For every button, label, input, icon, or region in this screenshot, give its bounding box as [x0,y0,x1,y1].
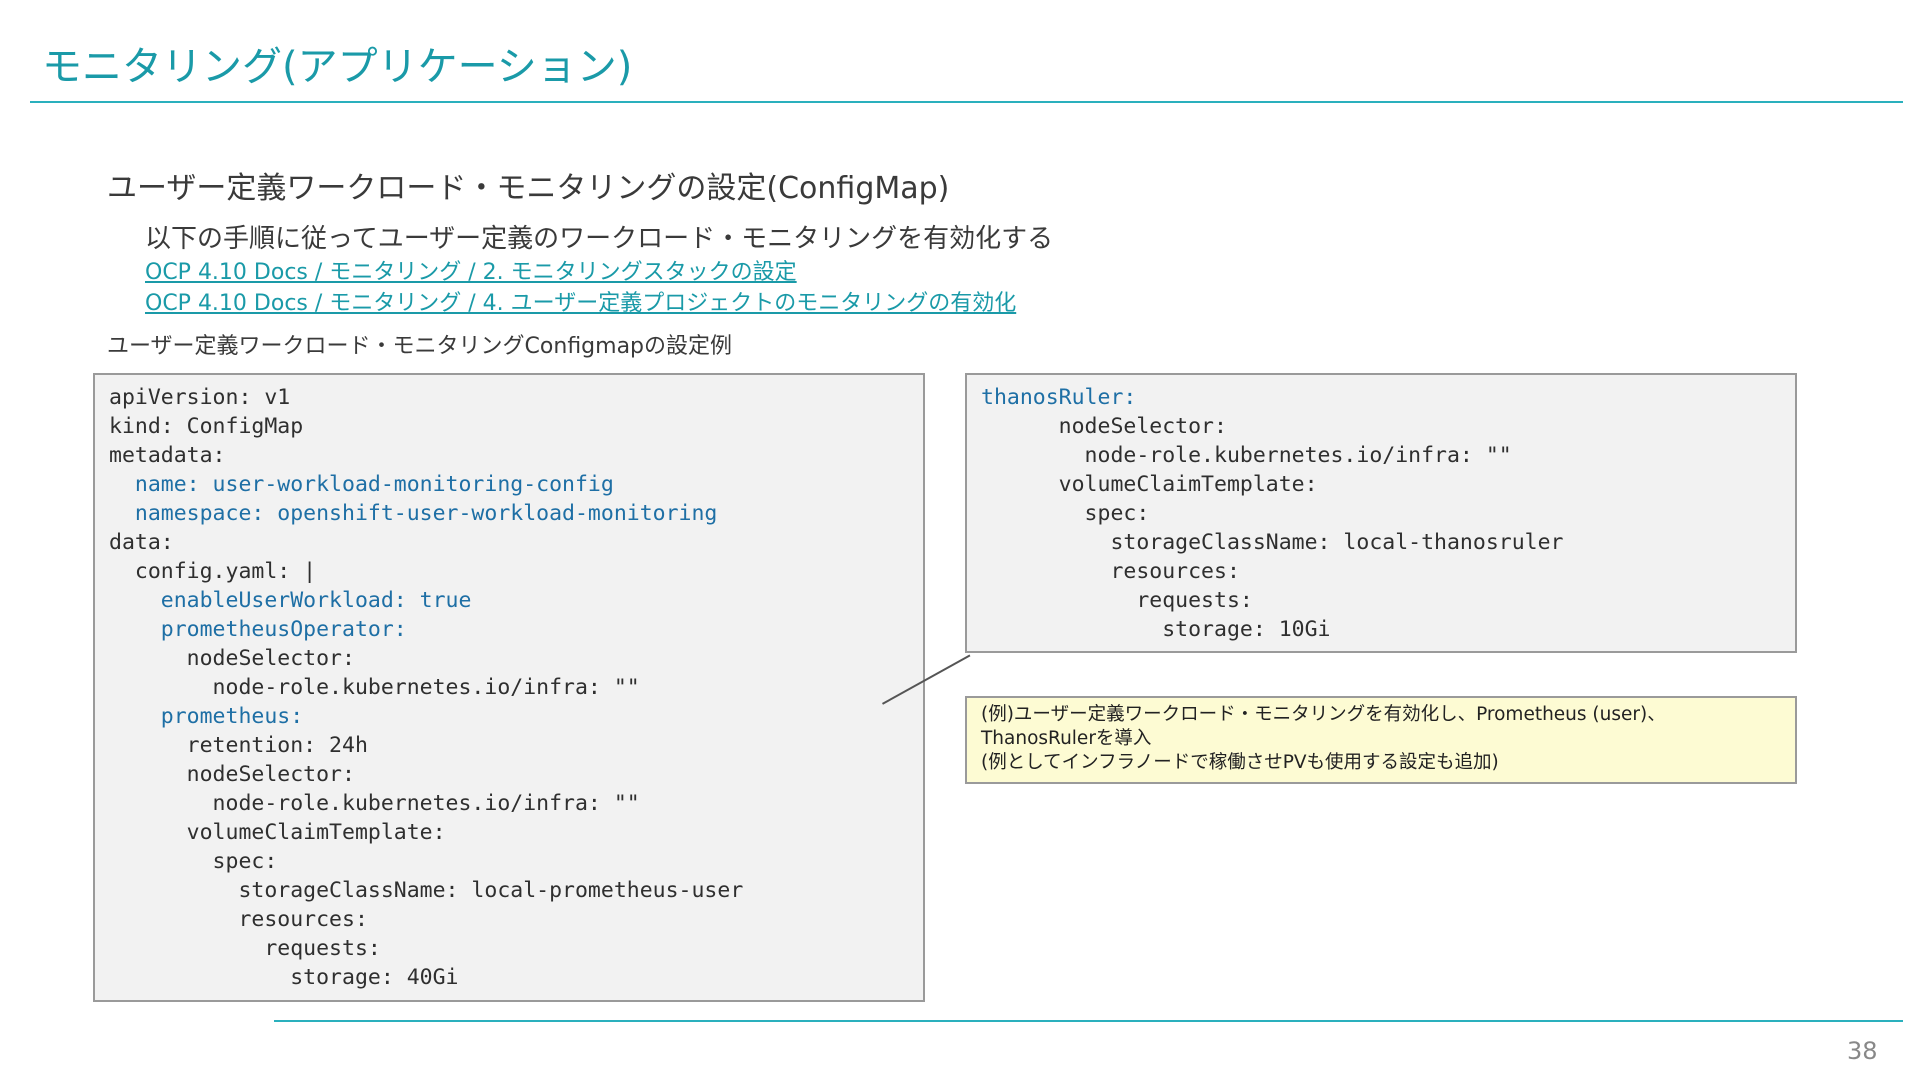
docs-link-enable-user-monitoring[interactable]: OCP 4.10 Docs / モニタリング / 4. ユーザー定義プロジェクト… [145,285,1016,317]
code-line: kind: ConfigMap [109,414,304,439]
code-line: storageClassName: local-thanosruler [981,530,1564,555]
code-line: nodeSelector: [109,762,355,787]
code-line: enableUserWorkload: true [109,588,472,613]
callout-note: (例)ユーザー定義ワークロード・モニタリングを有効化し、Prometheus (… [965,696,1797,784]
code-line: resources: [109,907,368,932]
code-line: retention: 24h [109,733,368,758]
code-line: nodeSelector: [981,414,1227,439]
code-line: thanosRuler: [981,385,1137,410]
docs-link-configure-stack[interactable]: OCP 4.10 Docs / モニタリング / 2. モニタリングスタックの設… [145,254,797,286]
code-line: prometheusOperator: [109,617,407,642]
code-line: spec: [109,849,278,874]
page-number: 38 [1847,1037,1878,1065]
code-line: requests: [981,588,1253,613]
code-line: nodeSelector: [109,646,355,671]
code-line: node-role.kubernetes.io/infra: "" [109,675,640,700]
code-line: node-role.kubernetes.io/infra: "" [109,791,640,816]
code-line: metadata: [109,443,226,468]
title-divider [30,101,1903,103]
code-line: spec: [981,501,1150,526]
code-line: config.yaml: | [109,559,317,584]
note-line: ThanosRulerを導入 [981,728,1152,749]
note-line: (例としてインフラノードで稼働させPVも使用する設定も追加) [981,752,1499,773]
code-line: storageClassName: local-prometheus-user [109,878,744,903]
code-line: namespace: openshift-user-workload-monit… [109,501,718,526]
code-line: volumeClaimTemplate: [981,472,1318,497]
code-line: data: [109,530,174,555]
code-line: volumeClaimTemplate: [109,820,446,845]
slide-title: モニタリング(アプリケーション) [42,44,633,90]
note-line: (例)ユーザー定義ワークロード・モニタリングを有効化し、Prometheus (… [981,704,1666,725]
footer-divider [274,1020,1903,1022]
example-label: ユーザー定義ワークロード・モニタリングConfigmapの設定例 [107,334,733,359]
description-text: 以下の手順に従ってユーザー定義のワークロード・モニタリングを有効化する [145,224,1054,254]
section-heading: ユーザー定義ワークロード・モニタリングの設定(ConfigMap) [107,171,950,206]
code-line: storage: 10Gi [981,617,1331,642]
code-line: resources: [981,559,1240,584]
code-line: storage: 40Gi [109,965,459,990]
code-line: name: user-workload-monitoring-config [109,472,614,497]
configmap-code-block-right: thanosRuler: nodeSelector: node-role.kub… [965,373,1797,653]
code-line: node-role.kubernetes.io/infra: "" [981,443,1512,468]
code-line: apiVersion: v1 [109,385,291,410]
configmap-code-block-left: apiVersion: v1 kind: ConfigMap metadata:… [93,373,925,1002]
code-line: prometheus: [109,704,304,729]
code-line: requests: [109,936,381,961]
